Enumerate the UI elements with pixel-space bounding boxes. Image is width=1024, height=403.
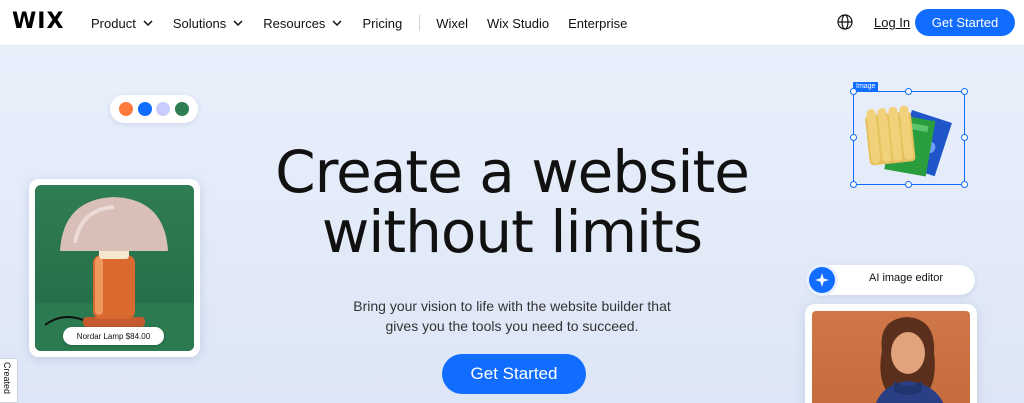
nav-item-label: Pricing	[362, 15, 403, 31]
main-nav: Product Solutions Resources Pricing Wixe…	[91, 0, 646, 46]
nav-item-label: Wixel	[436, 15, 468, 31]
nav-item-label: Enterprise	[568, 15, 628, 31]
wix-logo[interactable]: WIX	[12, 9, 64, 34]
top-nav-bar: WIX Product Solutions Resources Pricing …	[0, 0, 1024, 46]
resize-handle[interactable]	[850, 134, 857, 141]
image-selection-box[interactable]	[853, 91, 965, 185]
created-tab-label: Created	[2, 362, 12, 395]
login-link[interactable]: Log In	[874, 15, 910, 30]
nav-item-resources[interactable]: Resources	[263, 16, 343, 31]
color-swatch-blue	[137, 102, 152, 116]
nav-item-label: Product	[91, 15, 136, 31]
chevron-down-icon	[332, 20, 342, 27]
hero-section: Create a website without limits Bring yo…	[0, 46, 1024, 403]
sparkle-icon	[809, 267, 835, 293]
resize-handle[interactable]	[961, 134, 968, 141]
nav-item-wixel[interactable]: Wixel	[436, 16, 468, 31]
resize-handle[interactable]	[850, 88, 857, 95]
price-label: Nordar Lamp $84.00	[63, 327, 164, 345]
photo-card	[805, 304, 977, 403]
resize-handle[interactable]	[961, 88, 968, 95]
get-started-button-header[interactable]: Get Started	[915, 9, 1015, 36]
nav-item-solutions[interactable]: Solutions	[173, 16, 244, 31]
nav-item-enterprise[interactable]: Enterprise	[568, 16, 627, 31]
nav-item-label: Wix Studio	[486, 15, 550, 31]
color-swatch-orange	[118, 102, 133, 116]
portrait-photo	[812, 311, 970, 403]
nav-divider	[419, 15, 421, 31]
nav-item-pricing[interactable]: Pricing	[362, 16, 402, 31]
resize-handle[interactable]	[905, 181, 912, 188]
chevron-down-icon	[143, 20, 153, 27]
color-swatch-pill	[110, 95, 198, 123]
nav-item-label: Resources	[263, 15, 326, 31]
resize-handle[interactable]	[905, 88, 912, 95]
product-image	[865, 105, 952, 177]
color-swatch-lavender	[156, 102, 171, 116]
get-started-button-hero[interactable]: Get Started	[442, 354, 586, 394]
chevron-down-icon	[233, 20, 243, 27]
nav-item-label: Solutions	[172, 15, 227, 31]
nav-item-product[interactable]: Product	[91, 16, 154, 31]
resize-handle[interactable]	[850, 181, 857, 188]
resize-handle[interactable]	[961, 181, 968, 188]
product-card: Nordar Lamp $84.00	[29, 179, 200, 357]
nav-item-wix-studio[interactable]: Wix Studio	[487, 16, 549, 31]
color-swatch-green	[175, 102, 190, 116]
globe-icon[interactable]	[837, 14, 853, 30]
ai-image-editor-label: AI image editor	[869, 272, 943, 284]
